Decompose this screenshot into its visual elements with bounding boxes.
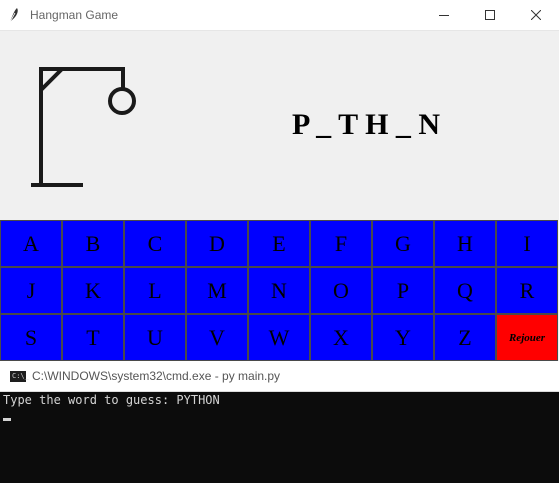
close-button[interactable] [513,0,559,30]
replay-button[interactable]: Rejouer [496,314,558,361]
close-icon [531,10,541,20]
title-bar[interactable]: Hangman Game [0,0,559,31]
letter-button-q[interactable]: Q [434,267,496,314]
letter-button-y[interactable]: Y [372,314,434,361]
maximize-button[interactable] [467,0,513,30]
letter-button-s[interactable]: S [0,314,62,361]
letter-button-k[interactable]: K [62,267,124,314]
word-display: P _ T H _ N [292,108,441,141]
letter-button-t[interactable]: T [62,314,124,361]
letter-button-l[interactable]: L [124,267,186,314]
letter-button-r[interactable]: R [496,267,558,314]
cmd-icon: C:\_ [10,371,29,382]
letter-button-i[interactable]: I [496,220,558,267]
letter-button-h[interactable]: H [434,220,496,267]
window-title: Hangman Game [30,8,119,22]
minimize-icon [439,15,449,16]
letter-button-p[interactable]: P [372,267,434,314]
letter-button-d[interactable]: D [186,220,248,267]
letter-button-x[interactable]: X [310,314,372,361]
minimize-button[interactable] [421,0,467,30]
letter-button-v[interactable]: V [186,314,248,361]
letter-button-f[interactable]: F [310,220,372,267]
console-window: C:\_ C:\WINDOWS\system32\cmd.exe - py ma… [0,362,559,483]
hangman-window: Hangman Game P _ T H _ N ABCDEFGHI JKLMNO… [0,0,559,361]
console-cursor [3,418,11,421]
letter-button-b[interactable]: B [62,220,124,267]
console-output: Type the word to guess: PYTHON [3,393,220,407]
letter-button-z[interactable]: Z [434,314,496,361]
letter-button-g[interactable]: G [372,220,434,267]
gallows-drawing [31,67,136,187]
letter-button-j[interactable]: J [0,267,62,314]
console-title: C:\WINDOWS\system32\cmd.exe - py main.py [32,369,281,383]
letter-button-u[interactable]: U [124,314,186,361]
letter-button-m[interactable]: M [186,267,248,314]
letter-button-c[interactable]: C [124,220,186,267]
letter-button-w[interactable]: W [248,314,310,361]
console-title-bar[interactable]: C:\_ C:\WINDOWS\system32\cmd.exe - py ma… [0,362,559,392]
letter-button-e[interactable]: E [248,220,310,267]
letter-button-a[interactable]: A [0,220,62,267]
letter-keyboard: A B C D E F G H I J K L M N O P Q R S T U V W X Y Z Rejouer [0,220,559,361]
maximize-icon [485,10,495,20]
letter-button-n[interactable]: N [248,267,310,314]
letter-button-o[interactable]: O [310,267,372,314]
feather-icon [9,8,18,23]
